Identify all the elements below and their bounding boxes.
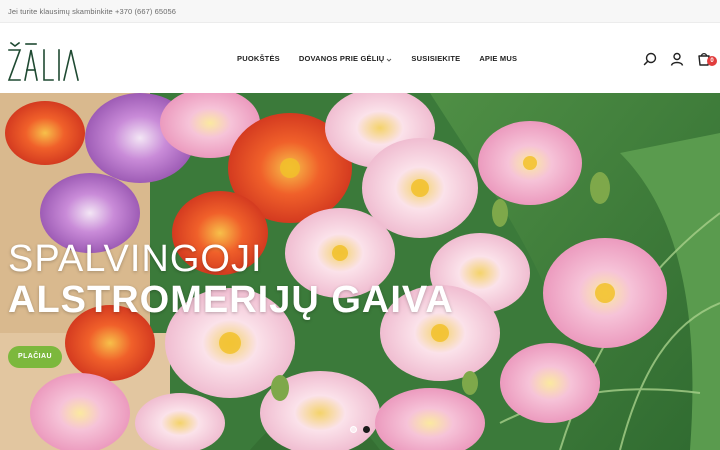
nav-label: APIE MUS [479, 54, 518, 63]
hero-more-button[interactable]: PLAČIAU [8, 346, 62, 368]
contact-phone-text: Jei turite klausimų skambinkite +370 (66… [8, 7, 177, 16]
nav-item-apie-mus[interactable]: APIE MUS [479, 54, 517, 63]
site-header: PUOKŠTĖS DOVANOS PRIE GĖLIŲ SUSISIEKITE … [0, 23, 720, 93]
nav-label: PUOKŠTĖS [237, 54, 280, 63]
nav-item-susisiekite[interactable]: SUSISIEKITE [411, 54, 460, 63]
header-icons: 0 [631, 51, 717, 67]
chevron-down-icon [386, 56, 392, 62]
nav-label: DOVANOS PRIE GĖLIŲ [298, 54, 385, 63]
hero-title-line1: SPALVINGOJI [8, 238, 263, 280]
nav-item-dovanos[interactable]: DOVANOS PRIE GĖLIŲ [299, 54, 393, 63]
main-navigation: PUOKŠTĖS DOVANOS PRIE GĖLIŲ SUSISIEKITE … [237, 54, 536, 63]
slider-pagination [350, 426, 370, 433]
cart-icon[interactable]: 0 [696, 51, 717, 67]
hero-title-line2: ALSTROMERIJŲ GAIVA [8, 279, 454, 321]
top-bar: Jei turite klausimų skambinkite +370 (66… [0, 0, 720, 23]
hero-slider: SPALVINGOJI ALSTROMERIJŲ GAIVA PLAČIAU [0, 93, 720, 450]
nav-label: SUSISIEKITE [411, 54, 461, 63]
search-icon[interactable] [642, 51, 658, 67]
user-icon[interactable] [669, 51, 685, 67]
slider-dot-1[interactable] [350, 426, 357, 433]
site-logo[interactable] [7, 37, 85, 83]
slider-dot-2[interactable] [363, 426, 370, 433]
nav-item-puokstes[interactable]: PUOKŠTĖS [237, 54, 280, 63]
cart-count-badge: 0 [707, 56, 717, 66]
